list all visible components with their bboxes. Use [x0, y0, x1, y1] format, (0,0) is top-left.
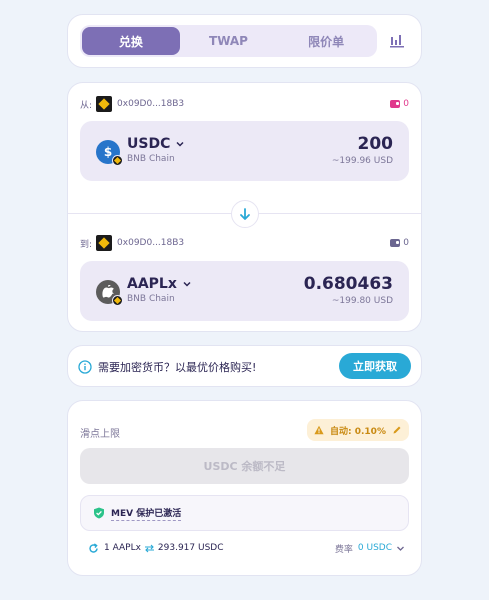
chevron-down-icon	[176, 141, 184, 147]
swap-details-card: 滑点上限 自动: 0.10% USDC 余额不足 MEV 保护已激活 1 AAP…	[67, 400, 422, 576]
to-usd-value: ~199.80 USD	[331, 296, 393, 306]
to-wallet-row: 到: 0x09D0...18B3 0	[80, 234, 409, 252]
tab-swap[interactable]: 兑换	[82, 27, 180, 55]
insufficient-balance-button[interactable]: USDC 余额不足	[80, 448, 409, 484]
warning-icon	[314, 425, 324, 435]
from-token-chain: BNB Chain	[127, 154, 175, 164]
mev-protection-text: MEV 保护已激活	[111, 506, 182, 521]
to-address[interactable]: 0x09D0...18B3	[117, 238, 184, 248]
pencil-icon	[393, 426, 401, 434]
from-token-selector[interactable]: USDC	[127, 136, 185, 152]
rate-row: 1 AAPLx 293.917 USDC 费率 0 USDC	[88, 541, 405, 555]
bnb-chain-badge-icon	[112, 295, 123, 306]
swap-card: 从: 0x09D0...18B3 0 $ USDC BNB Chain 200 …	[67, 82, 422, 332]
refresh-icon[interactable]	[88, 542, 99, 554]
get-now-button[interactable]: 立即获取	[339, 353, 411, 379]
shield-check-icon	[94, 507, 104, 519]
from-wallet-balance: 0	[390, 99, 409, 109]
banner-text: 需要加密货币？以最优价格购买!	[98, 361, 257, 374]
to-token-chain: BNB Chain	[127, 294, 175, 304]
wallet-icon	[390, 100, 401, 108]
bnb-wallet-icon	[96, 96, 113, 112]
from-address[interactable]: 0x09D0...18B3	[117, 99, 184, 109]
fee-label: 费率	[334, 544, 353, 555]
mode-tabbar: 兑换 TWAP 限价单	[80, 25, 377, 57]
chevron-down-icon[interactable]	[396, 544, 405, 553]
slippage-label: 滑点上限	[80, 429, 120, 440]
arrow-down-icon	[240, 208, 250, 220]
from-wallet-row: 从: 0x09D0...18B3 0	[80, 95, 409, 113]
to-amount-output: 0.680463	[303, 274, 393, 294]
fee-value[interactable]: 0 USDC	[358, 543, 392, 553]
rate-quote: 293.917 USDC	[157, 543, 224, 553]
swap-mode-card: 兑换 TWAP 限价单	[67, 14, 422, 68]
chevron-down-icon	[183, 281, 191, 287]
to-label: 到:	[80, 239, 93, 250]
from-token-symbol: USDC	[127, 136, 171, 152]
bar-chart-icon[interactable]	[389, 34, 405, 48]
swap-direction-button[interactable]	[231, 200, 259, 228]
info-icon	[78, 360, 92, 374]
tab-twap[interactable]: TWAP	[180, 27, 278, 55]
from-label: 从:	[80, 100, 93, 111]
rate-base: 1 AAPLx	[104, 543, 141, 553]
wallet-icon	[390, 239, 401, 247]
from-token-box: $ USDC BNB Chain 200 ~199.96 USD	[80, 121, 409, 181]
to-balance-value: 0	[403, 238, 409, 248]
from-amount-input[interactable]: 200	[358, 134, 394, 154]
from-usd-value: ~199.96 USD	[331, 156, 393, 166]
to-token-symbol: AAPLx	[127, 276, 177, 292]
to-token-selector[interactable]: AAPLx	[127, 276, 192, 292]
to-token-box: AAPLx BNB Chain 0.680463 ~199.80 USD	[80, 261, 409, 321]
slippage-value: 自动: 0.10%	[330, 426, 386, 437]
swap-arrows-icon[interactable]	[144, 544, 155, 553]
to-wallet-balance: 0	[390, 238, 409, 248]
mev-protection-box[interactable]: MEV 保护已激活	[80, 495, 409, 531]
slippage-setting-button[interactable]: 自动: 0.10%	[307, 419, 409, 441]
bnb-chain-badge-icon	[112, 155, 123, 166]
buy-crypto-banner: 需要加密货币？以最优价格购买! 立即获取	[67, 345, 422, 387]
bnb-wallet-icon	[96, 235, 113, 251]
tab-limit-order[interactable]: 限价单	[277, 27, 375, 55]
from-balance-value: 0	[403, 99, 409, 109]
